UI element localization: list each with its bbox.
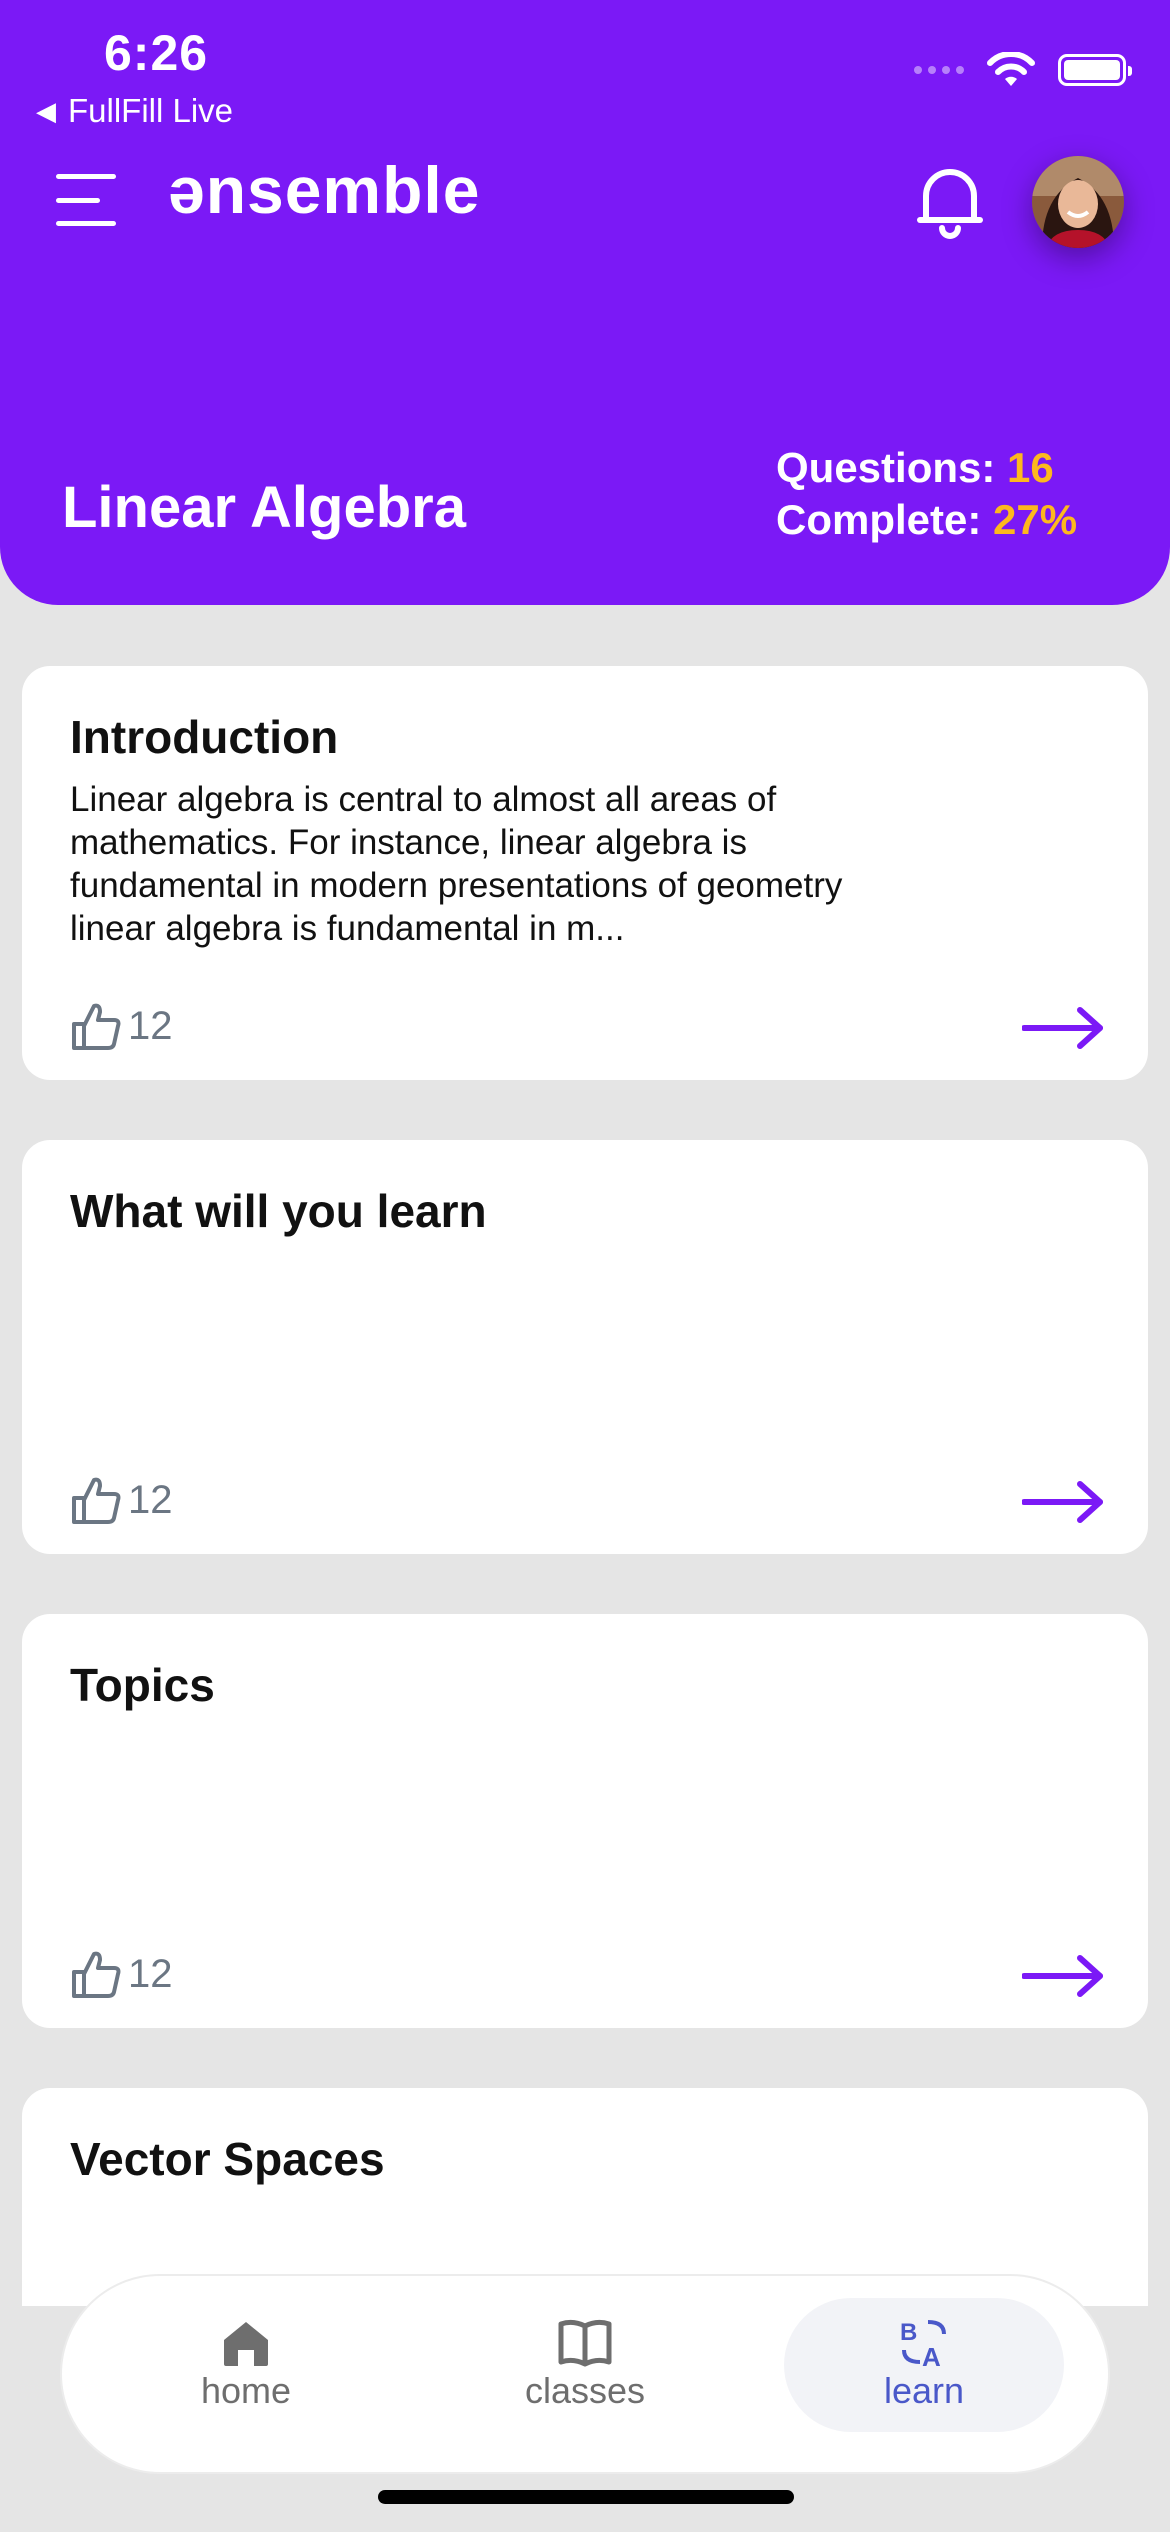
bottom-navigation: home classes B A learn bbox=[62, 2276, 1108, 2472]
nav-classes-label: classes bbox=[524, 2370, 646, 2411]
questions-count: 16 bbox=[1007, 444, 1054, 491]
back-app-label: FullFill Live bbox=[68, 92, 234, 129]
like-button[interactable]: 12 bbox=[68, 1946, 173, 2002]
like-count: 12 bbox=[128, 1003, 173, 1048]
book-icon bbox=[558, 2319, 612, 2367]
wifi-icon bbox=[987, 52, 1035, 86]
menu-button[interactable] bbox=[56, 174, 116, 226]
lesson-card-topics[interactable]: Topics 12 bbox=[22, 1614, 1148, 2028]
page-title: Linear Algebra bbox=[62, 475, 466, 540]
like-button[interactable]: 12 bbox=[68, 998, 173, 1054]
thumbs-up-icon bbox=[72, 1951, 121, 1998]
app-logo: ənsemble bbox=[168, 153, 481, 227]
like-count: 12 bbox=[128, 1951, 173, 1996]
svg-text:B: B bbox=[900, 2319, 917, 2346]
svg-text:A: A bbox=[922, 2342, 941, 2368]
back-to-app-link[interactable]: ◀ FullFill Live bbox=[36, 92, 233, 130]
notification-bell-icon[interactable] bbox=[916, 162, 984, 240]
nav-learn-label: learn bbox=[883, 2370, 965, 2411]
status-time: 6:26 bbox=[104, 25, 209, 81]
battery-icon bbox=[1058, 54, 1132, 86]
lesson-card-introduction[interactable]: Introduction Linear algebra is central t… bbox=[22, 666, 1148, 1080]
back-triangle-icon: ◀ bbox=[36, 95, 56, 126]
translate-icon: B A bbox=[900, 2319, 946, 2368]
card-title: Topics bbox=[70, 1659, 215, 1711]
nav-learn[interactable]: B A learn bbox=[784, 2298, 1064, 2432]
home-icon bbox=[224, 2322, 268, 2366]
like-button[interactable]: 12 bbox=[68, 1472, 173, 1528]
nav-home-label: home bbox=[200, 2370, 292, 2411]
thumbs-up-icon bbox=[72, 1003, 121, 1050]
like-count: 12 bbox=[128, 1477, 173, 1522]
thumbs-up-icon bbox=[72, 1477, 121, 1524]
arrow-right-icon[interactable] bbox=[1022, 1954, 1104, 1998]
complete-stat: Complete: 27% bbox=[776, 496, 1078, 543]
arrow-right-icon[interactable] bbox=[1022, 1480, 1104, 1524]
card-title: What will you learn bbox=[70, 1185, 487, 1237]
progress-stats: Questions: 16 Complete: 27% bbox=[776, 442, 1077, 546]
arrow-right-icon[interactable] bbox=[1022, 1006, 1104, 1050]
nav-classes[interactable]: classes bbox=[445, 2298, 725, 2432]
lesson-card-what-will-you-learn[interactable]: What will you learn 12 bbox=[22, 1140, 1148, 1554]
cellular-signal-icon bbox=[914, 66, 964, 74]
nav-home[interactable]: home bbox=[106, 2298, 386, 2432]
app-header: 6:26 ◀ FullFill Live ənsemble Linear Alg… bbox=[0, 0, 1170, 605]
card-title: Vector Spaces bbox=[70, 2133, 385, 2185]
status-indicators bbox=[914, 52, 1132, 88]
card-title: Introduction bbox=[70, 711, 339, 763]
user-avatar[interactable] bbox=[1032, 156, 1124, 248]
complete-percent: 27% bbox=[993, 496, 1078, 543]
questions-stat: Questions: 16 bbox=[776, 444, 1054, 491]
home-indicator[interactable] bbox=[378, 2490, 794, 2504]
card-description: Linear algebra is central to almost all … bbox=[70, 780, 843, 948]
